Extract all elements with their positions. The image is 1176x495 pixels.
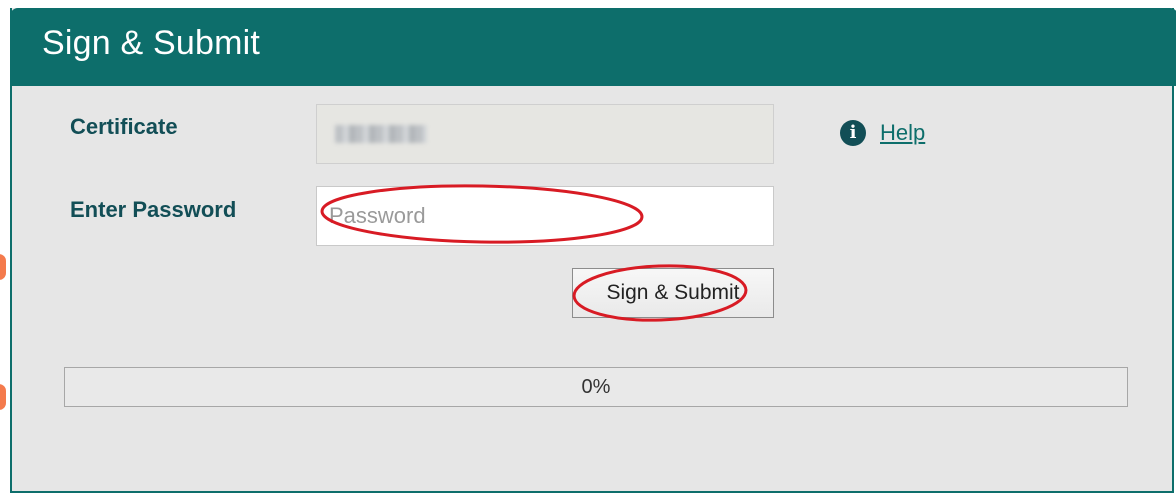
info-icon: i [840, 120, 866, 146]
progress-text: 0% [581, 375, 611, 398]
dialog-header: Sign & Submit [10, 8, 1176, 86]
dialog-title: Sign & Submit [42, 24, 261, 62]
side-marker [0, 384, 6, 410]
side-markers [0, 0, 6, 495]
sign-submit-button[interactable]: Sign & Submit [572, 268, 774, 318]
certificate-label: Certificate [70, 114, 178, 139]
side-marker [0, 254, 6, 280]
password-input[interactable] [316, 186, 774, 246]
password-label: Enter Password [70, 197, 237, 222]
progress-bar: 0% [64, 367, 1128, 407]
sign-submit-dialog: Sign & Submit Certificate i Help Enter P… [10, 8, 1176, 493]
help-link[interactable]: Help [880, 120, 925, 146]
redacted-certificate-value [335, 125, 427, 143]
help-section[interactable]: i Help [840, 120, 925, 146]
certificate-field [316, 104, 774, 164]
